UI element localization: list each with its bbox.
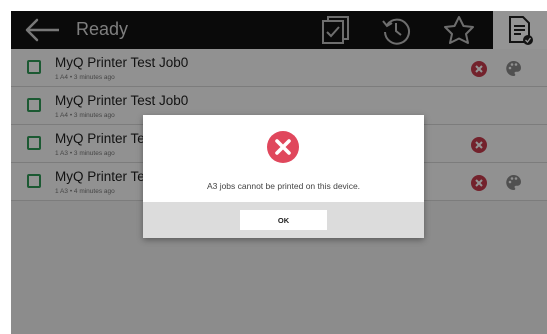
dialog-footer: OK [143,202,424,238]
printer-screen: Ready MyQ Printer Test Job0 1 A4 • 3 min… [11,11,547,334]
error-dialog: A3 jobs cannot be printed on this device… [143,115,424,238]
dialog-message: A3 jobs cannot be printed on this device… [206,181,361,191]
ok-button[interactable]: OK [240,210,327,230]
error-x-icon [267,131,299,163]
